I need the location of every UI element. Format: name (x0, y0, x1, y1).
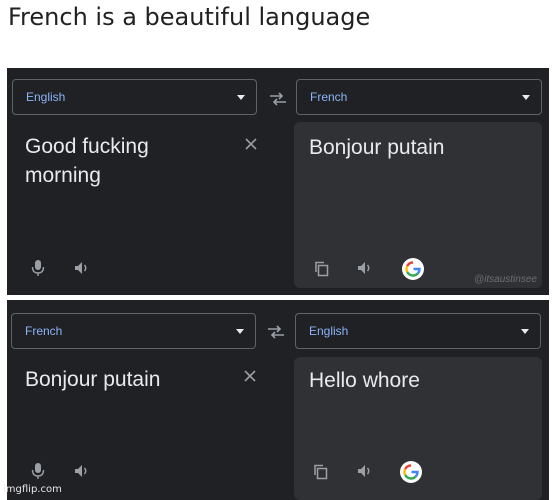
target-language-select[interactable]: French (296, 79, 542, 115)
source-language-select[interactable]: French (11, 313, 256, 349)
translated-text: Hello whore (309, 369, 420, 392)
copy-icon[interactable] (312, 463, 330, 481)
source-text-line-2: morning (25, 164, 101, 187)
target-language-select[interactable]: English (295, 313, 541, 349)
translate-panel-2: French English Bonjour putain Hello whor… (7, 300, 549, 500)
swap-icon[interactable] (267, 89, 289, 109)
speaker-icon[interactable] (356, 462, 374, 480)
translation-output: Hello whore (294, 357, 542, 500)
swap-icon[interactable] (265, 322, 287, 342)
mic-icon[interactable] (29, 259, 47, 277)
translate-panel-1: English French Good fucking morning Bonj… (7, 68, 549, 295)
speaker-icon[interactable] (73, 462, 91, 480)
translation-output: Bonjour putain @itsaustinsee (294, 122, 542, 288)
speaker-icon[interactable] (73, 259, 91, 277)
source-text-line-1: Good fucking (25, 135, 149, 158)
google-icon[interactable] (400, 461, 422, 483)
chevron-down-icon (236, 329, 244, 334)
chevron-down-icon (521, 329, 529, 334)
copy-icon[interactable] (313, 260, 331, 278)
speaker-icon[interactable] (356, 259, 374, 277)
target-language-label: French (310, 90, 348, 104)
chevron-down-icon (522, 95, 530, 100)
chevron-down-icon (237, 95, 245, 100)
source-text-area[interactable]: Bonjour putain (25, 365, 160, 394)
watermark: @itsaustinsee (474, 274, 537, 285)
google-icon[interactable] (402, 258, 424, 280)
source-text: Bonjour putain (25, 368, 161, 391)
meme-title: French is a beautiful language (8, 3, 371, 31)
source-language-label: French (25, 324, 63, 338)
source-language-select[interactable]: English (12, 79, 257, 115)
source-language-label: English (26, 90, 66, 104)
close-icon[interactable] (244, 137, 258, 151)
target-language-label: English (309, 324, 349, 338)
translated-text: Bonjour putain (309, 136, 445, 159)
mic-icon[interactable] (29, 462, 47, 480)
imgflip-watermark: imgflip.com (3, 484, 62, 495)
close-icon[interactable] (243, 369, 257, 383)
source-text-area[interactable]: Good fucking morning (25, 132, 149, 190)
